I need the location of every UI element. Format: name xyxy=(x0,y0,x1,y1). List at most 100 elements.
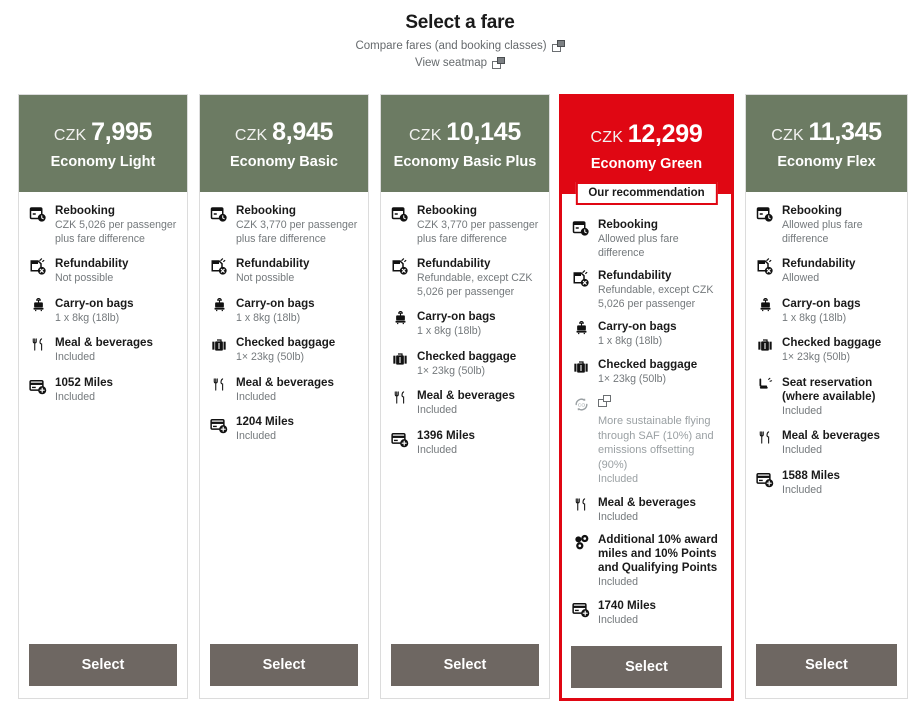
currency-label: CZK xyxy=(409,127,442,144)
rebooking-icon xyxy=(209,204,229,246)
compare-fares-link[interactable]: Compare fares (and booking classes) xyxy=(0,40,920,52)
currency-label: CZK xyxy=(54,127,87,144)
feature-list: RebookingCZK 5,026 per passenger plus fa… xyxy=(19,192,187,644)
feature-text: RebookingCZK 3,770 per passenger plus fa… xyxy=(236,204,358,246)
feature-description: 1× 23kg (50lb) xyxy=(782,351,897,365)
feature-text: Additional 10% award miles and 10% Point… xyxy=(598,533,721,590)
feature-title: Refundability xyxy=(782,257,897,271)
feature-title: Carry-on bags xyxy=(236,297,358,311)
feature-row: Carry-on bags1 x 8kg (18lb) xyxy=(28,297,177,326)
feature-description: Included xyxy=(782,484,897,498)
select-button[interactable]: Select xyxy=(571,646,722,688)
select-button[interactable]: Select xyxy=(210,644,358,686)
feature-list: RebookingCZK 3,770 per passenger plus fa… xyxy=(381,192,549,644)
feature-description: CZK 3,770 per passenger plus fare differ… xyxy=(417,219,539,246)
select-button[interactable]: Select xyxy=(756,644,897,686)
feature-row: RefundabilityAllowed xyxy=(755,257,897,286)
feature-text: Meal & beveragesIncluded xyxy=(236,376,358,405)
feature-row: 1052 MilesIncluded xyxy=(28,376,177,405)
meal-icon xyxy=(390,389,410,418)
feature-text: 1396 MilesIncluded xyxy=(417,429,539,458)
fare-name: Economy Basic xyxy=(230,154,338,170)
select-button[interactable]: Select xyxy=(391,644,539,686)
feature-description: Included xyxy=(236,430,358,444)
feature-row: Additional 10% award miles and 10% Point… xyxy=(571,533,721,590)
feature-row: RefundabilityRefundable, except CZK 5,02… xyxy=(571,269,721,311)
feature-title: More sustainable flying through SAF (10%… xyxy=(598,414,721,472)
feature-list: RebookingAllowed plus fare difference Ref… xyxy=(562,194,731,646)
feature-text: RefundabilityRefundable, except CZK 5,02… xyxy=(417,257,539,299)
feature-list: RebookingAllowed plus fare differenceRef… xyxy=(746,192,907,644)
feature-title: Refundability xyxy=(55,257,177,271)
feature-title: Additional 10% award miles and 10% Point… xyxy=(598,533,721,575)
rebooking-icon xyxy=(28,204,48,246)
page-title: Select a fare xyxy=(0,12,920,34)
fare-column-economy-basic-plus: CZK 10,145Economy Basic PlusRebookingCZK… xyxy=(380,94,550,699)
meal-icon xyxy=(571,496,591,525)
fare-column-economy-basic: CZK 8,945Economy BasicRebookingCZK 3,770… xyxy=(199,94,369,699)
feature-row: Meal & beveragesIncluded xyxy=(209,376,358,405)
fare-header: CZK 7,995 Economy Light xyxy=(19,95,187,192)
feature-description: Included xyxy=(598,576,721,590)
miles-card-icon xyxy=(571,599,591,628)
checked-baggage-icon xyxy=(755,336,775,365)
feature-text: Checked baggage1× 23kg (50lb) xyxy=(782,336,897,365)
meal-icon xyxy=(209,376,229,405)
view-seatmap-label: View seatmap xyxy=(415,57,487,69)
feature-title: Checked baggage xyxy=(236,336,358,350)
page-header: Select a fare Compare fares (and booking… xyxy=(0,0,920,69)
carry-on-bag-icon xyxy=(390,310,410,339)
feature-description: Included xyxy=(598,511,721,525)
feature-description: 1× 23kg (50lb) xyxy=(236,351,358,365)
feature-row: 1204 MilesIncluded xyxy=(209,415,358,444)
refundability-icon xyxy=(755,257,775,286)
feature-row: Checked baggage1× 23kg (50lb) xyxy=(390,350,539,379)
rebooking-icon xyxy=(390,204,410,246)
fare-price: CZK 7,995 xyxy=(54,118,152,147)
feature-text: RefundabilityAllowed xyxy=(782,257,897,286)
compare-fares-label: Compare fares (and booking classes) xyxy=(355,40,546,52)
checked-baggage-icon xyxy=(209,336,229,365)
feature-description: CZK 5,026 per passenger plus fare differ… xyxy=(55,219,177,246)
feature-row: 1396 MilesIncluded xyxy=(390,429,539,458)
price-amount: 7,995 xyxy=(91,118,152,146)
feature-row: RebookingCZK 3,770 per passenger plus fa… xyxy=(390,204,539,246)
feature-text: Carry-on bags1 x 8kg (18lb) xyxy=(782,297,897,326)
feature-text: RebookingCZK 3,770 per passenger plus fa… xyxy=(417,204,539,246)
view-seatmap-link[interactable]: View seatmap xyxy=(0,57,920,69)
feature-description: Included xyxy=(598,614,721,628)
fare-header: CZK 11,345Economy Flex xyxy=(746,95,907,192)
co2-recycle-icon: CO xyxy=(571,395,591,487)
external-link-icon[interactable] xyxy=(598,395,611,407)
fare-price: CZK 10,145 xyxy=(409,118,521,147)
select-button-container: Select xyxy=(381,644,549,698)
select-button[interactable]: Select xyxy=(29,644,177,686)
feature-text: RefundabilityNot possible xyxy=(236,257,358,286)
feature-row: RebookingAllowed plus fare difference xyxy=(571,218,721,260)
feature-title: Rebooking xyxy=(236,204,358,218)
feature-text: Meal & beveragesIncluded xyxy=(417,389,539,418)
feature-text: Meal & beveragesIncluded xyxy=(55,336,177,365)
feature-description: Included xyxy=(417,404,539,418)
feature-text: RefundabilityRefundable, except CZK 5,02… xyxy=(598,269,721,311)
feature-description: Not possible xyxy=(236,272,358,286)
recommendation-badge: Our recommendation xyxy=(575,182,717,205)
select-button-container: Select xyxy=(746,644,907,698)
refundability-icon xyxy=(28,257,48,286)
carry-on-bag-icon xyxy=(209,297,229,326)
feature-text: 1588 MilesIncluded xyxy=(782,469,897,498)
feature-row: 1588 MilesIncluded xyxy=(755,469,897,498)
fare-name: Economy Green xyxy=(591,156,702,172)
feature-description: Not possible xyxy=(55,272,177,286)
feature-title: Checked baggage xyxy=(782,336,897,350)
fare-name: Economy Light xyxy=(51,154,156,170)
price-amount: 8,945 xyxy=(272,118,333,146)
feature-row: Meal & beveragesIncluded xyxy=(571,496,721,525)
currency-label: CZK xyxy=(591,129,624,146)
feature-title: Rebooking xyxy=(55,204,177,218)
feature-title: Seat reservation (where available) xyxy=(782,376,897,404)
rebooking-icon xyxy=(571,218,591,260)
feature-description: 1 x 8kg (18lb) xyxy=(598,335,721,349)
select-button-container: Select xyxy=(200,644,368,698)
feature-row[interactable]: COMore sustainable flying through SAF (1… xyxy=(571,395,721,487)
